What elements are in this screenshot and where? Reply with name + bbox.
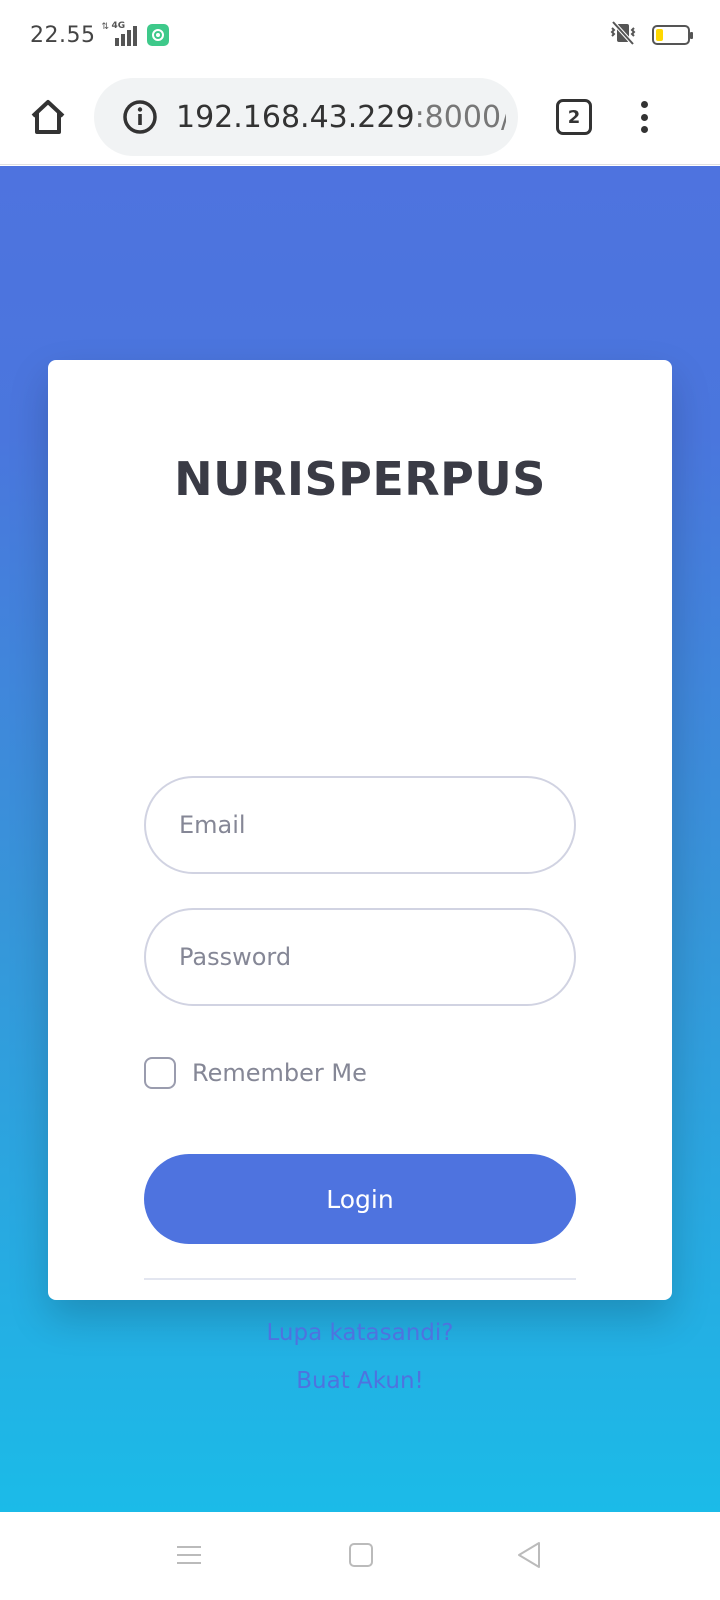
- remember-checkbox[interactable]: [144, 1057, 176, 1089]
- browser-toolbar: 192.168.43.229:8000/N 2: [0, 70, 720, 165]
- url-host: 192.168.43.229: [176, 99, 415, 135]
- forgot-password-link[interactable]: Lupa katasandi?: [48, 1320, 672, 1346]
- url-path: :8000/N: [414, 99, 506, 135]
- home-icon: [31, 100, 65, 134]
- status-left: 22.55 ⇅ 4G: [30, 21, 170, 48]
- data-arrows-icon: ⇅: [101, 22, 110, 32]
- nav-back-button[interactable]: [514, 1540, 544, 1570]
- login-card: NURISPERPUS Remember Me Login Lupa katas…: [48, 360, 672, 1394]
- url-text[interactable]: 192.168.43.229:8000/N: [176, 100, 506, 135]
- password-field[interactable]: [144, 908, 576, 1006]
- info-icon[interactable]: [122, 99, 158, 135]
- create-account-link[interactable]: Buat Akun!: [48, 1368, 672, 1394]
- page-background: NURISPERPUS Remember Me Login Lupa katas…: [0, 166, 720, 1512]
- tab-switcher-button[interactable]: 2: [556, 99, 592, 135]
- app-notification-icon: [147, 24, 170, 46]
- nav-home-button[interactable]: [346, 1540, 376, 1570]
- email-input[interactable]: [179, 811, 574, 839]
- system-nav-bar: [0, 1512, 720, 1600]
- network-type: 4G: [111, 21, 126, 31]
- remember-me[interactable]: Remember Me: [144, 1057, 367, 1089]
- signal-icon: ⇅ 4G: [101, 21, 139, 46]
- address-bar[interactable]: 192.168.43.229:8000/N: [94, 78, 518, 156]
- more-vert-icon[interactable]: [634, 97, 654, 137]
- home-button[interactable]: [24, 93, 72, 141]
- back-triangle-icon: [518, 1542, 540, 1568]
- status-bar: 22.55 ⇅ 4G: [0, 0, 720, 70]
- status-time: 22.55: [30, 22, 96, 48]
- battery-icon: [652, 25, 693, 45]
- email-field[interactable]: [144, 776, 576, 874]
- status-right: [608, 20, 693, 50]
- password-input[interactable]: [179, 943, 574, 971]
- remember-label[interactable]: Remember Me: [192, 1059, 367, 1087]
- page-title: NURISPERPUS: [174, 452, 546, 506]
- vibrate-mute-icon: [608, 20, 638, 50]
- menu-lines-icon: [177, 1546, 201, 1564]
- login-button[interactable]: Login: [144, 1154, 576, 1244]
- recent-apps-button[interactable]: [174, 1540, 204, 1570]
- divider: [144, 1278, 576, 1280]
- square-icon: [349, 1543, 373, 1567]
